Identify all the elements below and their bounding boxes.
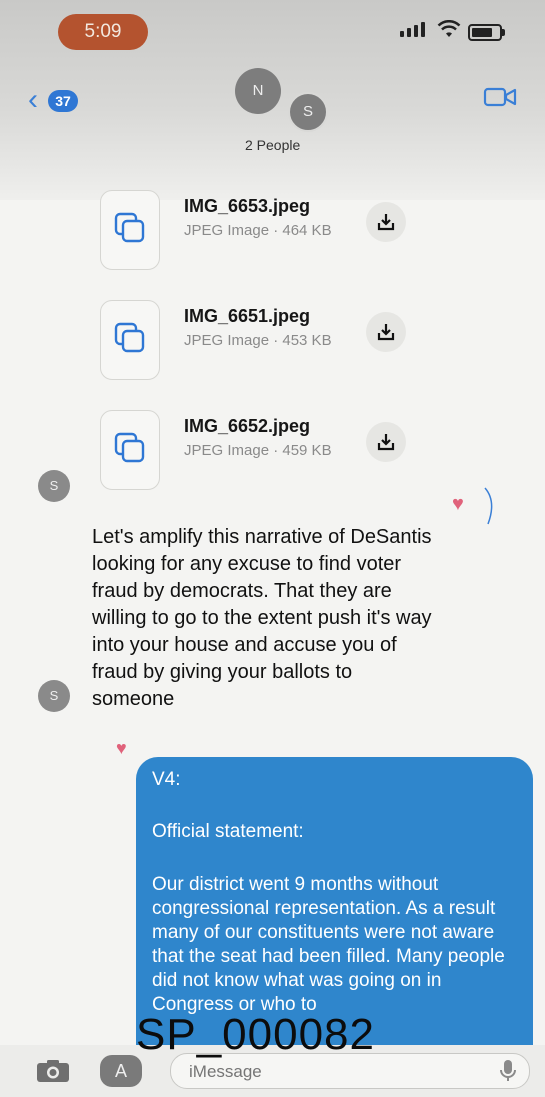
heart-reaction-icon[interactable]: ♥ [452,493,464,516]
outgoing-line-statement: Official statement: [152,821,304,842]
incoming-message[interactable]: Let's amplify this narrative of DeSantis… [92,524,437,713]
back-unread-badge[interactable]: 37 [48,90,78,112]
photos-stack-icon [114,432,145,463]
heart-reaction-icon[interactable]: ♥ [116,738,127,759]
download-icon [377,434,395,451]
battery-icon [468,24,505,41]
attachment-filename: IMG_6652.jpeg [184,416,311,436]
attachment-item[interactable]: IMG_6651.jpeg JPEG Image · 453 KB [100,300,440,395]
imessage-input[interactable] [187,1060,491,1084]
camera-icon[interactable] [36,1059,70,1083]
attachment-filename: IMG_6653.jpeg [184,196,311,216]
download-button[interactable] [366,422,406,462]
attachment-meta: JPEG Image · 464 KB [184,222,332,239]
download-button[interactable] [366,312,406,352]
microphone-icon[interactable] [499,1059,517,1083]
download-icon [377,214,395,231]
bates-stamp: SP_000082 [136,1010,375,1059]
attachment-item[interactable]: IMG_6652.jpeg JPEG Image · 459 KB [100,410,440,505]
outgoing-body: Our district went 9 months without congr… [152,874,505,1015]
conversation-header: 5:09 ‹ 37 N S 2 People [0,0,545,200]
download-icon [377,324,395,341]
avatar-n[interactable]: N [235,68,281,114]
back-chevron-icon[interactable]: ‹ [28,85,38,115]
attachment-filename: IMG_6651.jpeg [184,306,311,326]
cellular-signal-icon [400,22,425,37]
status-time: 5:09 [58,14,148,50]
attachment-item[interactable]: IMG_6653.jpeg JPEG Image · 464 KB [100,190,440,285]
photos-stack-icon [114,212,145,243]
attachment-thumbnail[interactable] [100,410,160,490]
outgoing-message-bubble[interactable]: V4: Official statement: Our district wen… [136,757,533,1047]
outgoing-line-v4: V4: [152,769,181,790]
wifi-icon [437,19,461,44]
attachment-meta: JPEG Image · 453 KB [184,332,332,349]
avatar-s[interactable]: S [288,92,328,132]
swipe-mark-icon [484,487,493,525]
sender-avatar[interactable]: S [38,470,70,502]
video-camera-icon[interactable] [483,85,517,109]
attachment-thumbnail[interactable] [100,300,160,380]
photos-stack-icon [114,322,145,353]
download-button[interactable] [366,202,406,242]
group-people-label[interactable]: 2 People [245,137,300,153]
attachment-thumbnail[interactable] [100,190,160,270]
sender-avatar[interactable]: S [38,680,70,712]
attachment-meta: JPEG Image · 459 KB [184,442,332,459]
